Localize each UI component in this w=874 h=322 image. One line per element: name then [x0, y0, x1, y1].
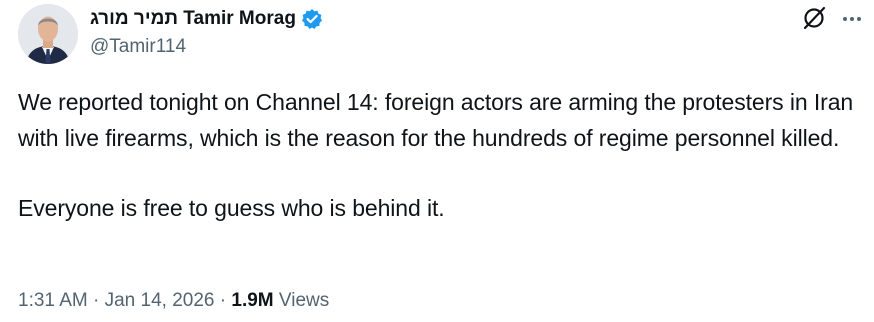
tweet-text: We reported tonight on Channel 14: forei…: [18, 84, 868, 226]
tweet-paragraph: We reported tonight on Channel 14: forei…: [18, 89, 854, 151]
avatar-image: [18, 4, 78, 64]
author-name-row: תמיר מורג Tamir Morag: [90, 6, 323, 32]
views-count: 1.9M: [231, 290, 274, 311]
avatar[interactable]: [18, 4, 78, 64]
verified-badge-icon: [301, 8, 323, 30]
meta-separator: ·: [93, 290, 100, 311]
grok-icon[interactable]: [800, 4, 828, 32]
tweet-paragraph: Everyone is free to guess who is behind …: [18, 195, 445, 221]
author-handle[interactable]: @Tamir114: [90, 36, 186, 58]
tweet-card[interactable]: תמיר מורג Tamir Morag @Tamir114 We repor…: [0, 0, 874, 322]
tweet-date[interactable]: Jan 14, 2026: [105, 290, 215, 311]
tweet-meta: 1:31 AM · Jan 14, 2026 · 1.9M Views: [18, 290, 329, 312]
tweet-time[interactable]: 1:31 AM: [18, 290, 88, 311]
meta-separator: ·: [219, 290, 227, 311]
author-display-name[interactable]: תמיר מורג Tamir Morag: [90, 8, 296, 30]
more-options-icon[interactable]: [838, 4, 866, 32]
views-label: Views: [278, 290, 330, 311]
